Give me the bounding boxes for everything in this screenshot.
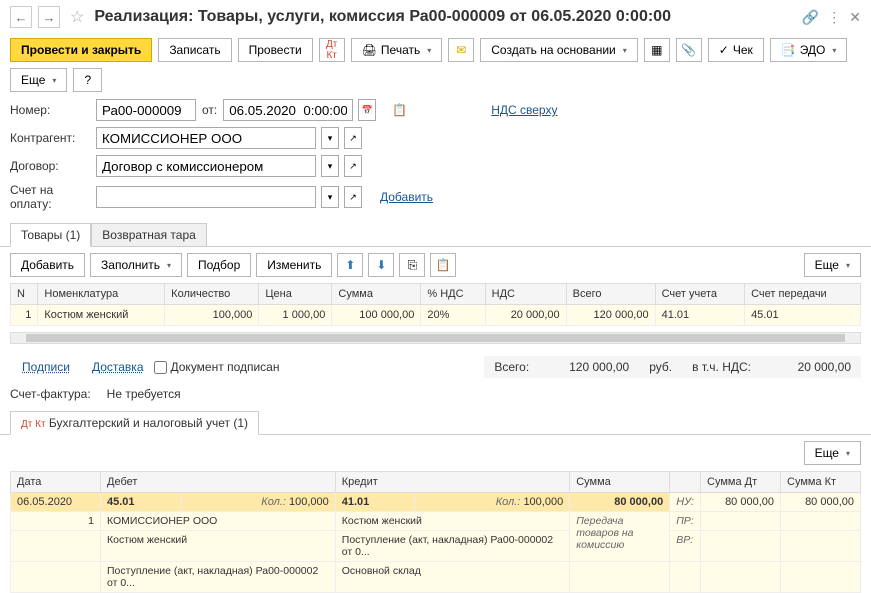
attach-button[interactable]: 📎 [676,38,702,62]
acol-sum[interactable]: Сумма [570,472,670,493]
calendar-button[interactable]: 📅 [358,99,376,121]
link-icon[interactable]: 🔗 [802,9,819,26]
acol-credit[interactable]: Кредит [335,472,569,493]
row-edit-button[interactable]: Изменить [256,253,332,277]
signatures-link[interactable]: Подписи [22,360,70,374]
acct-more-button[interactable]: Еще [804,441,861,465]
col-total[interactable]: Всего [566,284,655,305]
vat-link[interactable]: НДС сверху [491,103,557,117]
counterparty-open[interactable]: ↗ [344,127,362,149]
counterparty-label: Контрагент: [10,131,90,145]
counterparty-dropdown[interactable]: ▾ [321,127,339,149]
dtkt-button[interactable]: ДтКт [319,38,345,62]
col-transfer[interactable]: Счет передачи [745,284,861,305]
totals-box: Всего: 120 000,00 руб. в т.ч. НДС: 20 00… [484,356,861,378]
tab-goods[interactable]: Товары (1) [10,223,91,247]
close-icon[interactable]: ✕ [849,9,861,26]
tab-tare[interactable]: Возвратная тара [91,223,207,247]
col-nomenclature[interactable]: Номенклатура [38,284,165,305]
row-add-button[interactable]: Добавить [10,253,85,277]
post-button[interactable]: Провести [238,38,313,62]
doc-signed-checkbox[interactable]: Документ подписан [154,360,280,374]
acct-subrow: 1 КОМИССИОНЕР ООО Костюм женский Передач… [11,512,861,531]
acct-row[interactable]: 06.05.2020 45.01 Кол.: 100,000 41.01 Кол… [11,493,861,512]
star-icon[interactable]: ☆ [70,7,84,27]
check-button[interactable]: ✓ Чек [708,38,764,62]
acol-date[interactable]: Дата [11,472,101,493]
row-more-button[interactable]: Еще [804,253,861,277]
write-button[interactable]: Записать [158,38,231,62]
register-button[interactable]: ▦ [644,38,670,62]
page-title: Реализация: Товары, услуги, комиссия Ра0… [94,8,795,26]
goods-table: N Номенклатура Количество Цена Сумма % Н… [10,283,861,326]
delivery-link[interactable]: Доставка [92,360,144,374]
post-close-button[interactable]: Провести и закрыть [10,38,152,62]
col-price[interactable]: Цена [259,284,332,305]
account-label: Счет на оплату: [10,183,90,211]
invoice-label: Счет-фактура: [10,387,91,401]
row-select-button[interactable]: Подбор [187,253,251,277]
create-based-button[interactable]: Создать на основании [480,38,638,62]
forward-button[interactable]: → [38,6,60,28]
move-up-button[interactable]: ⬆ [337,253,363,277]
number-label: Номер: [10,103,90,117]
email-button[interactable]: ✉ [448,38,474,62]
acol-debit[interactable]: Дебет [101,472,336,493]
table-row[interactable]: 1 Костюм женский 100,000 1 000,00 100 00… [11,305,861,326]
more-icon[interactable]: ⋮ [827,9,841,26]
contract-input[interactable] [96,155,316,177]
row-fill-button[interactable]: Заполнить [90,253,182,277]
copy-button[interactable]: ⎘ [399,253,425,277]
acct-subrow: Костюм женский Поступление (акт, накладн… [11,531,861,562]
col-sum[interactable]: Сумма [332,284,421,305]
account-input[interactable] [96,186,316,208]
mode-icon[interactable]: 📋 [392,103,407,117]
col-quantity[interactable]: Количество [165,284,259,305]
acol-sumkt[interactable]: Сумма Кт [781,472,861,493]
account-dropdown[interactable]: ▾ [321,186,339,208]
back-button[interactable]: ← [10,6,32,28]
horizontal-scrollbar[interactable] [10,332,861,344]
paste-button[interactable]: 📋 [430,253,456,277]
dtkt-icon: Дт Кт [21,419,46,430]
accounting-table: Дата Дебет Кредит Сумма Сумма Дт Сумма К… [10,471,861,593]
acol-sumdt[interactable]: Сумма Дт [701,472,781,493]
print-button[interactable]: 🖨 Печать [351,38,443,62]
date-input[interactable] [223,99,353,121]
contract-dropdown[interactable]: ▾ [321,155,339,177]
col-vat[interactable]: НДС [485,284,566,305]
counterparty-input[interactable] [96,127,316,149]
account-open[interactable]: ↗ [344,186,362,208]
help-button[interactable]: ? [73,68,102,92]
add-link[interactable]: Добавить [380,190,433,204]
col-n[interactable]: N [11,284,38,305]
more-button[interactable]: Еще [10,68,67,92]
col-account[interactable]: Счет учета [655,284,744,305]
from-label: от: [202,103,217,117]
contract-label: Договор: [10,159,90,173]
edo-button[interactable]: 📑 ЭДО [770,38,848,62]
contract-open[interactable]: ↗ [344,155,362,177]
tab-accounting[interactable]: Дт Кт Бухгалтерский и налоговый учет (1) [10,411,259,435]
acct-subrow: Поступление (акт, накладная) Ра00-000002… [11,562,861,593]
move-down-button[interactable]: ⬇ [368,253,394,277]
col-vatrate[interactable]: % НДС [421,284,485,305]
number-input[interactable] [96,99,196,121]
invoice-value: Не требуется [107,387,181,401]
